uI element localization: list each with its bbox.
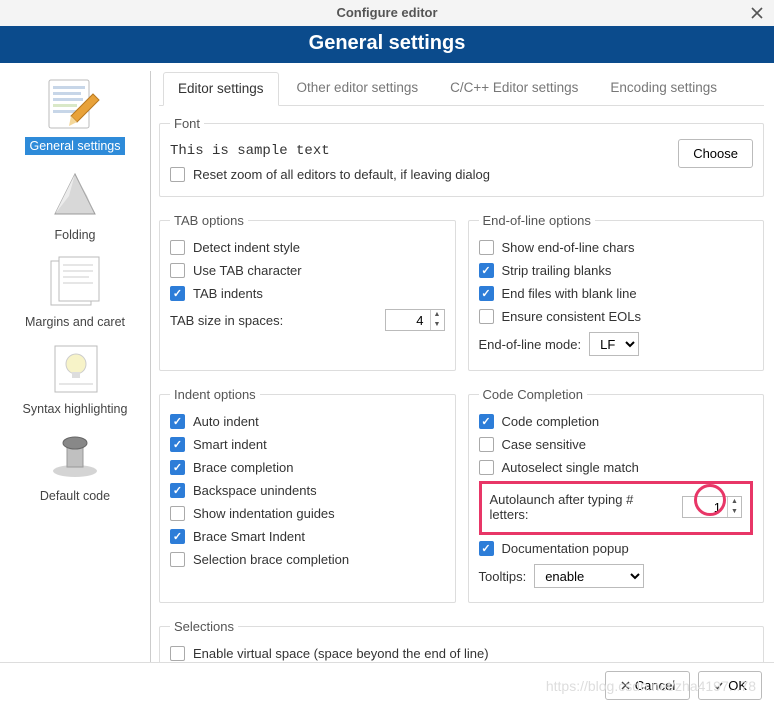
sel-brace-checkbox[interactable] (170, 552, 185, 567)
font-legend: Font (170, 116, 204, 131)
cancel-button[interactable]: Cancel (605, 671, 690, 700)
detect-indent-label: Detect indent style (193, 240, 300, 255)
font-group: Font This is sample text Reset zoom of a… (159, 116, 764, 197)
spinner-up-icon[interactable]: ▲ (728, 497, 741, 507)
sel-brace-label: Selection brace completion (193, 552, 349, 567)
tabs: Editor settings Other editor settings C/… (159, 71, 764, 106)
sidebar-item-general[interactable]: General settings (8, 71, 142, 159)
brace-completion-label: Brace completion (193, 460, 293, 475)
reset-zoom-label: Reset zoom of all editors to default, if… (193, 167, 490, 182)
sidebar-item-syntax[interactable]: Syntax highlighting (8, 335, 142, 420)
highlight-annotation: Autolaunch after typing # letters: ▲▼ (479, 481, 754, 535)
virtual-space-label: Enable virtual space (space beyond the e… (193, 646, 489, 661)
font-sample: This is sample text (170, 139, 678, 163)
indent-guides-checkbox[interactable] (170, 506, 185, 521)
tab-options-group: TAB options Detect indent style Use TAB … (159, 213, 456, 371)
cc-case-label: Case sensitive (502, 437, 587, 452)
sidebar: General settings Folding Margins and car… (0, 63, 150, 677)
tab-editor-settings[interactable]: Editor settings (163, 72, 279, 106)
indent-guides-label: Show indentation guides (193, 506, 335, 521)
consistent-eol-label: Ensure consistent EOLs (502, 309, 641, 324)
window-title: Configure editor (336, 5, 437, 20)
highlight-circle-icon (694, 484, 726, 516)
tab-options-legend: TAB options (170, 213, 248, 228)
virtual-space-checkbox[interactable] (170, 646, 185, 661)
sidebar-item-margins[interactable]: Margins and caret (8, 248, 142, 333)
footer: Cancel OK (0, 662, 774, 708)
title-bar: Configure editor (0, 0, 774, 26)
eol-legend: End-of-line options (479, 213, 595, 228)
selections-legend: Selections (170, 619, 238, 634)
cc-autosel-checkbox[interactable] (479, 460, 494, 475)
lightbulb-page-icon (40, 337, 110, 399)
tooltips-select[interactable]: enable (534, 564, 644, 588)
auto-indent-label: Auto indent (193, 414, 259, 429)
stamp-icon (40, 424, 110, 486)
tab-encoding[interactable]: Encoding settings (596, 72, 731, 106)
autolaunch-label: Autolaunch after typing # letters: (490, 492, 675, 522)
cc-autosel-label: Autoselect single match (502, 460, 639, 475)
header-title: General settings (309, 32, 466, 54)
end-blank-checkbox[interactable] (479, 286, 494, 301)
show-eol-label: Show end-of-line chars (502, 240, 635, 255)
brace-smart-label: Brace Smart Indent (193, 529, 305, 544)
sidebar-item-label: Syntax highlighting (23, 402, 128, 416)
detect-indent-checkbox[interactable] (170, 240, 185, 255)
tab-size-spinner[interactable]: ▲▼ (385, 309, 445, 331)
spinner-down-icon[interactable]: ▼ (431, 320, 444, 330)
content-pane: Editor settings Other editor settings C/… (151, 63, 774, 677)
spinner-up-icon[interactable]: ▲ (431, 310, 444, 320)
sidebar-item-folding[interactable]: Folding (8, 161, 142, 246)
strip-blanks-label: Strip trailing blanks (502, 263, 612, 278)
ok-button[interactable]: OK (698, 671, 762, 700)
header-band: General settings (0, 26, 774, 63)
tab-indents-label: TAB indents (193, 286, 263, 301)
smart-indent-label: Smart indent (193, 437, 267, 452)
sidebar-item-default-code[interactable]: Default code (8, 422, 142, 507)
sidebar-item-label: General settings (25, 137, 124, 155)
code-completion-group: Code Completion Code completion Case sen… (468, 387, 765, 603)
tab-cpp-editor[interactable]: C/C++ Editor settings (436, 72, 592, 106)
backspace-unindent-label: Backspace unindents (193, 483, 317, 498)
indent-group: Indent options Auto indent Smart indent … (159, 387, 456, 603)
sidebar-item-label: Folding (55, 228, 96, 242)
cc-enabled-label: Code completion (502, 414, 600, 429)
notes-icon (40, 250, 110, 312)
doc-popup-label: Documentation popup (502, 541, 629, 556)
tab-other-editor[interactable]: Other editor settings (283, 72, 433, 106)
eol-mode-select[interactable]: LF (589, 332, 639, 356)
close-icon[interactable] (748, 4, 766, 22)
auto-indent-checkbox[interactable] (170, 414, 185, 429)
spinner-down-icon[interactable]: ▼ (728, 507, 741, 517)
choose-font-button[interactable]: Choose (678, 139, 753, 168)
end-blank-label: End files with blank line (502, 286, 637, 301)
tab-size-input[interactable] (386, 310, 430, 330)
backspace-unindent-checkbox[interactable] (170, 483, 185, 498)
use-tab-label: Use TAB character (193, 263, 302, 278)
show-eol-checkbox[interactable] (479, 240, 494, 255)
sidebar-item-label: Default code (40, 489, 110, 503)
brace-smart-checkbox[interactable] (170, 529, 185, 544)
reset-zoom-checkbox[interactable] (170, 167, 185, 182)
eol-group: End-of-line options Show end-of-line cha… (468, 213, 765, 371)
brace-completion-checkbox[interactable] (170, 460, 185, 475)
sidebar-item-label: Margins and caret (25, 315, 125, 329)
page-pencil-icon (40, 73, 110, 135)
use-tab-checkbox[interactable] (170, 263, 185, 278)
tooltips-label: Tooltips: (479, 569, 527, 584)
cc-enabled-checkbox[interactable] (479, 414, 494, 429)
indent-legend: Indent options (170, 387, 260, 402)
tab-indents-checkbox[interactable] (170, 286, 185, 301)
cc-case-checkbox[interactable] (479, 437, 494, 452)
consistent-eol-checkbox[interactable] (479, 309, 494, 324)
cc-legend: Code Completion (479, 387, 587, 402)
tab-size-label: TAB size in spaces: (170, 313, 283, 328)
strip-blanks-checkbox[interactable] (479, 263, 494, 278)
eol-mode-label: End-of-line mode: (479, 337, 582, 352)
smart-indent-checkbox[interactable] (170, 437, 185, 452)
origami-icon (40, 163, 110, 225)
doc-popup-checkbox[interactable] (479, 541, 494, 556)
